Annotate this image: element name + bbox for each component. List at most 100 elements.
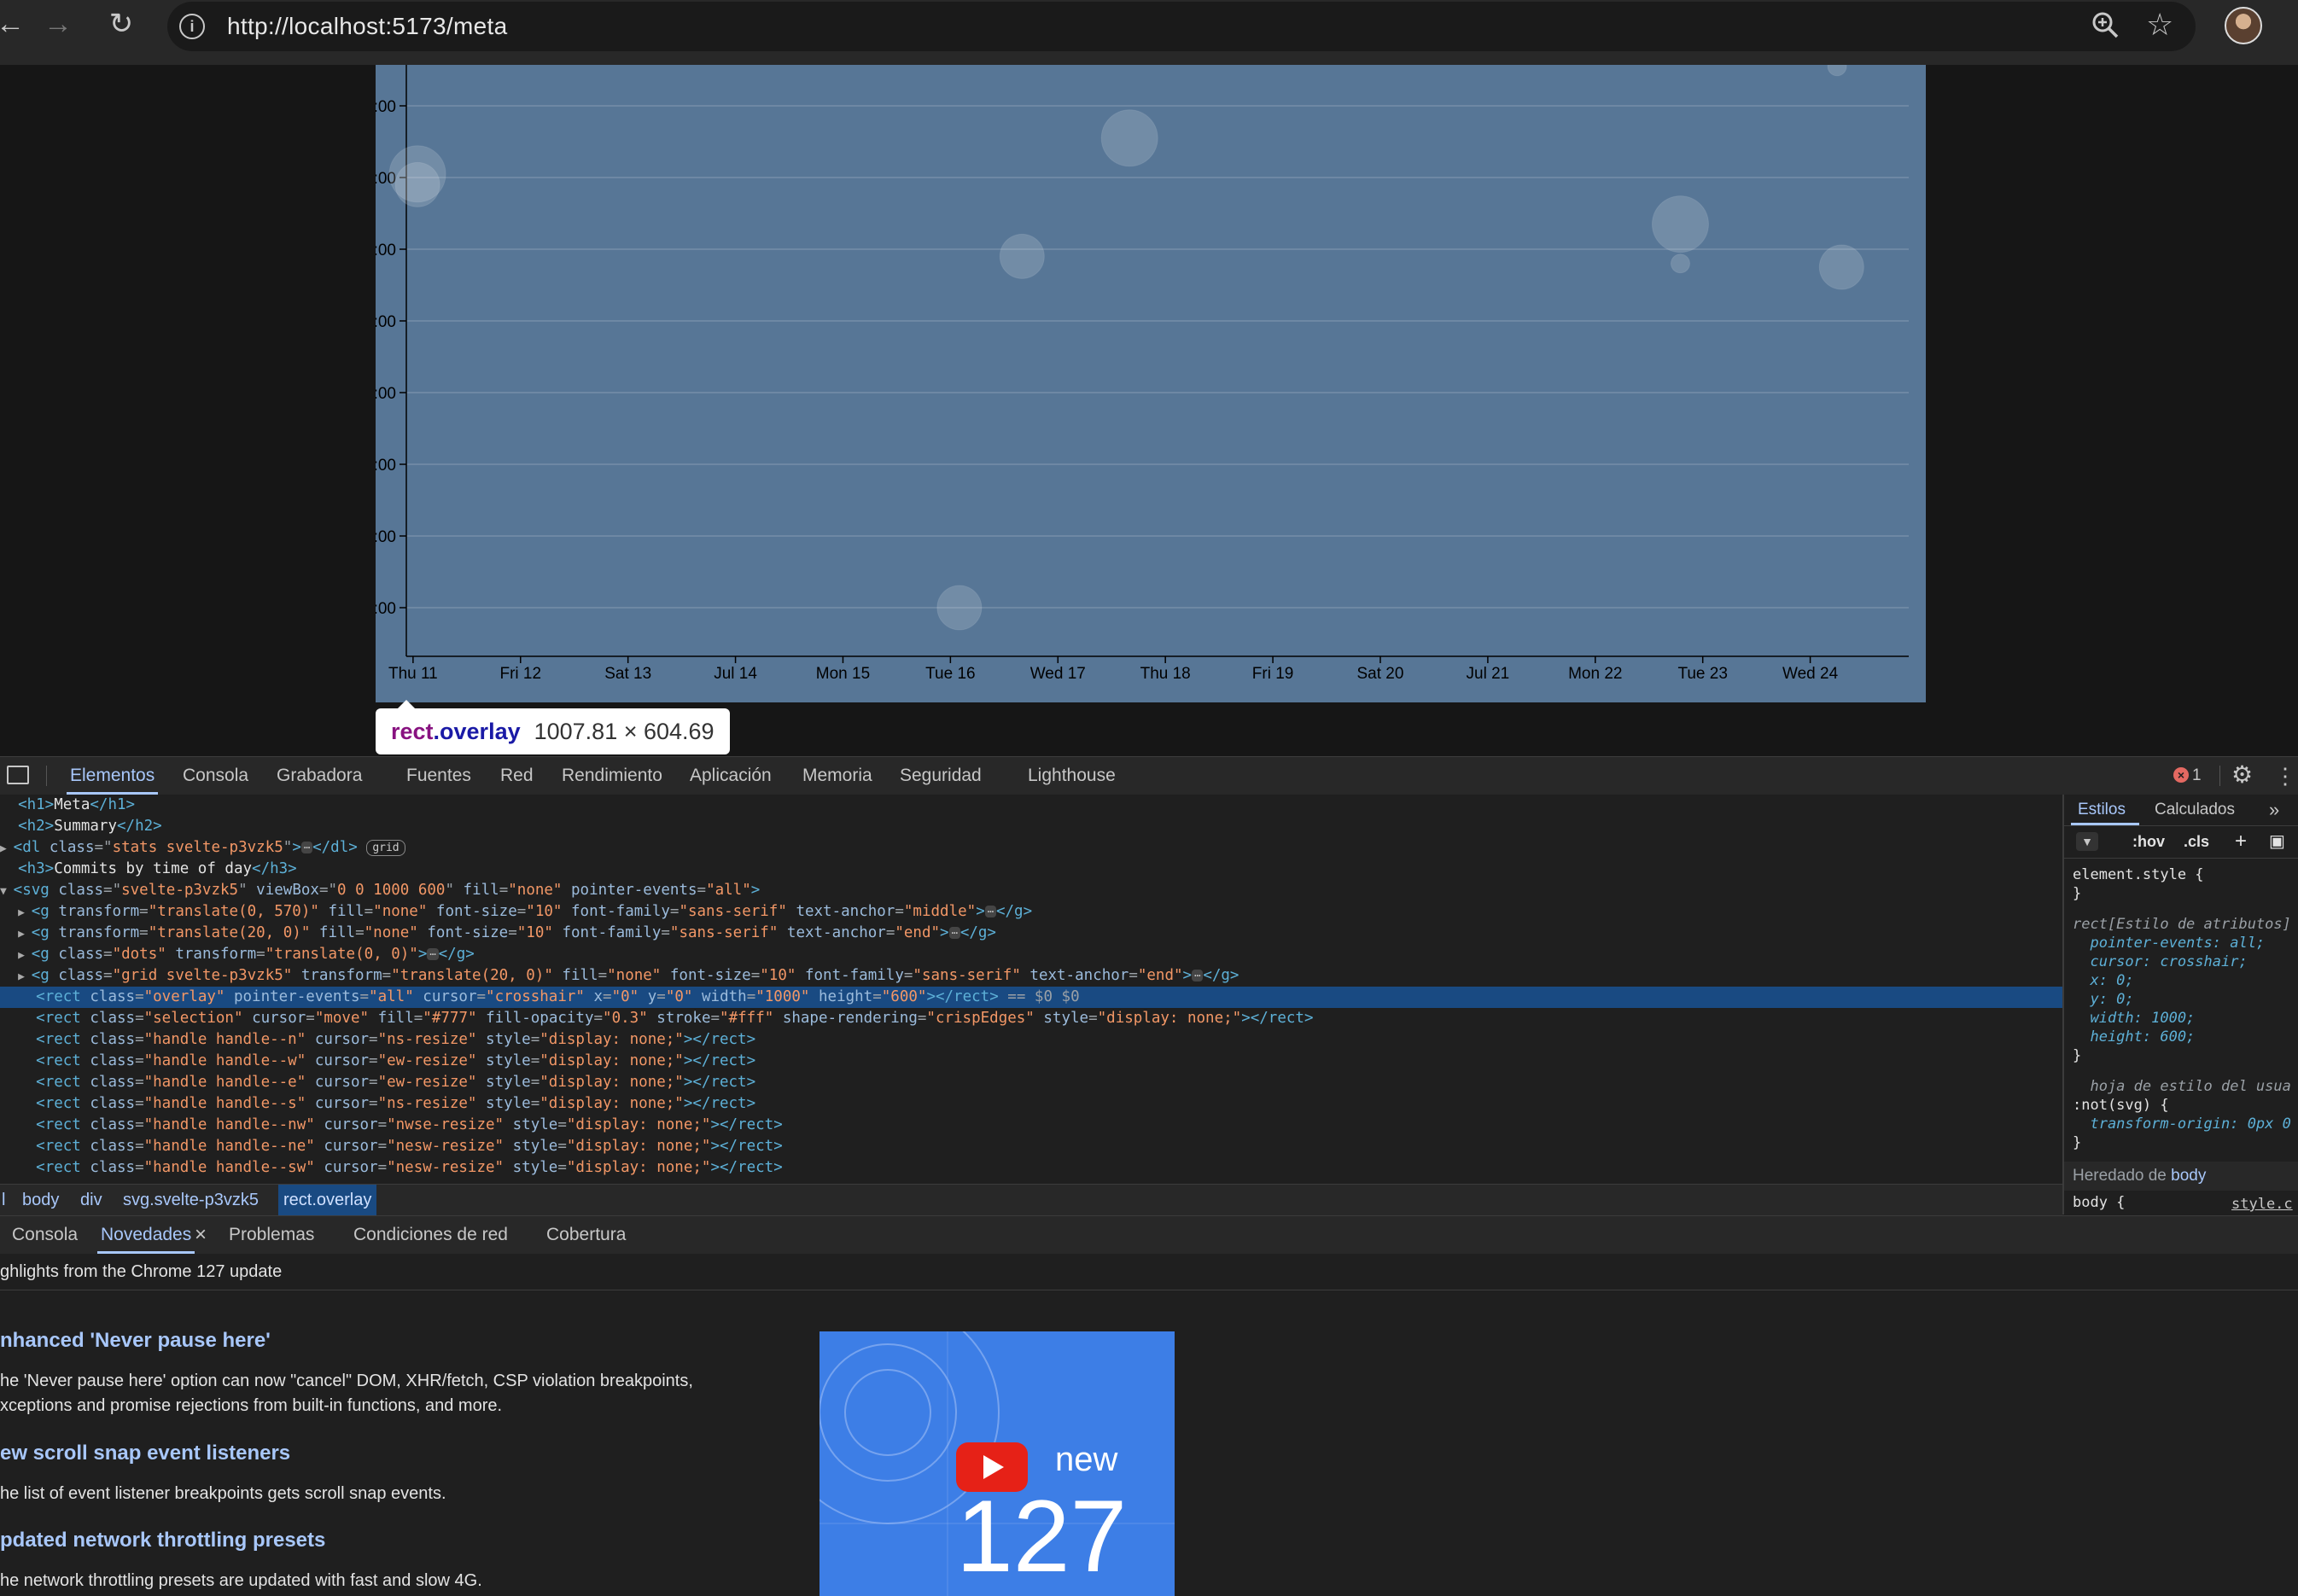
drawer-tab-novedades[interactable]: Novedades [96, 1216, 195, 1254]
tooltip-dimensions: 1007.81 × 604.69 [534, 719, 714, 744]
tab-red[interactable]: Red [500, 757, 534, 795]
tab-elementos[interactable]: Elementos [66, 757, 159, 795]
dom-node-handle-w[interactable]: <rect class="handle handle--w" cursor="e… [0, 1051, 2062, 1072]
x-tick-label: Mon 15 [816, 665, 870, 683]
y-tick-label: 17:00 [376, 313, 396, 331]
computed-toggle-icon[interactable]: ▣ [2269, 825, 2285, 858]
dom-node-handle-nw[interactable]: <rect class="handle handle--nw" cursor="… [0, 1115, 2062, 1136]
profile-avatar[interactable] [2225, 7, 2262, 44]
site-info-icon[interactable]: i [179, 14, 205, 39]
commit-dot [1818, 244, 1864, 290]
dom-node-handle-ne[interactable]: <rect class="handle handle--ne" cursor="… [0, 1136, 2062, 1157]
section-title[interactable]: nhanced 'Never pause here' [0, 1329, 271, 1353]
tab-lighthouse[interactable]: Lighthouse [1028, 757, 1116, 795]
x-tick-label: Thu 11 [388, 665, 438, 683]
more-options-icon[interactable]: ⋮ [2274, 757, 2296, 795]
breadcrumb-item-rect[interactable]: rect.overlay [278, 1185, 377, 1215]
x-tick-label: Thu 18 [1140, 665, 1191, 683]
dom-node-g-dots[interactable]: ▶ <g class="dots" transform="translate(0… [0, 944, 2062, 965]
inherited-header: Heredado de body [2064, 1162, 2298, 1191]
dom-node-h1[interactable]: <h1>Meta</h1> [0, 795, 2062, 816]
style-line: } [2073, 1047, 2082, 1064]
style-source-link[interactable]: style.c [2231, 1196, 2293, 1213]
dom-node-handle-e[interactable]: <rect class="handle handle--e" cursor="e… [0, 1072, 2062, 1093]
dom-node-h3[interactable]: <h3>Commits by time of day</h3> [0, 859, 2062, 880]
tab-aplicacion[interactable]: Aplicación [690, 757, 772, 795]
dom-attr-dl-class: stats svelte-p3vzk5 [112, 839, 283, 856]
drawer-tab-cobertura[interactable]: Cobertura [546, 1216, 626, 1254]
commit-dot [999, 233, 1045, 279]
dom-node-rect-selection[interactable]: <rect class="selection" cursor="move" fi… [0, 1008, 2062, 1029]
cls-toggle[interactable]: .cls [2184, 825, 2209, 858]
inherited-from-link[interactable]: body [2171, 1167, 2206, 1185]
style-prop[interactable]: height: 600; [2073, 1028, 2195, 1046]
dom-node-g-xaxis[interactable]: ▶ <g transform="translate(0, 570)" fill=… [0, 901, 2062, 923]
style-rule-source: hoja de estilo del usua [2073, 1078, 2291, 1095]
drawer-tab-consola[interactable]: Consola [12, 1216, 78, 1254]
more-tabs-icon[interactable]: » [2269, 795, 2279, 825]
style-prop[interactable]: width: 1000; [2073, 1010, 2195, 1027]
address-bar[interactable]: i http://localhost:5173/meta ☆ [167, 2, 2196, 51]
back-icon[interactable]: ← [0, 0, 34, 48]
tab-consola[interactable]: Consola [183, 757, 248, 795]
x-tick-label: Wed 24 [1782, 665, 1839, 683]
dom-node-rect-overlay[interactable]: <rect class="overlay" pointer-events="al… [0, 987, 2062, 1008]
dom-node-svg[interactable]: ▼ <svg class="svelte-p3vzk5" viewBox="0 … [0, 880, 2062, 901]
dom-node-h2[interactable]: <h2>Summary</h2> [0, 816, 2062, 837]
x-tick-label: Wed 17 [1030, 665, 1086, 683]
breadcrumb-item-div[interactable]: div [75, 1185, 108, 1215]
settings-gear-icon[interactable]: ⚙ [2231, 756, 2253, 794]
drawer-tab-condiciones[interactable]: Condiciones de red [353, 1216, 508, 1254]
error-icon[interactable]: × [2173, 767, 2189, 783]
tab-grabadora[interactable]: Grabadora [277, 757, 362, 795]
style-prop[interactable]: x: 0; [2073, 972, 2133, 989]
reload-icon[interactable]: ↻ [97, 0, 145, 48]
breadcrumb-item-body[interactable]: body [17, 1185, 64, 1215]
y-tick-label: 21:00 [376, 600, 396, 618]
tab-calculados[interactable]: Calculados [2155, 795, 2235, 825]
style-prop[interactable]: y: 0; [2073, 991, 2133, 1008]
browser-toolbar: ← → ↻ i http://localhost:5173/meta ☆ [0, 0, 2298, 65]
new-style-rule-icon[interactable]: + [2235, 825, 2247, 858]
dom-node-dl[interactable]: ▶ <dl class="stats svelte-p3vzk5"> ⋯ </dl>… [0, 837, 2062, 859]
style-prop[interactable]: transform-origin: 0px 0 [2073, 1115, 2290, 1133]
tab-rendimiento[interactable]: Rendimiento [562, 757, 662, 795]
tab-fuentes[interactable]: Fuentes [406, 757, 471, 795]
error-count[interactable]: 1 [2192, 757, 2202, 795]
section-title[interactable]: pdated network throttling presets [0, 1529, 325, 1552]
section-text: he network throttling presets are update… [0, 1571, 482, 1590]
breadcrumb-item[interactable]: l [0, 1185, 10, 1215]
chrome-update-video-thumbnail[interactable]: new 127 [819, 1331, 1175, 1596]
dom-node-handle-n[interactable]: <rect class="handle handle--n" cursor="n… [0, 1029, 2062, 1051]
dom-node-g-grid[interactable]: ▶ <g class="grid svelte-p3vzk5" transfor… [0, 965, 2062, 987]
breadcrumb-item-svg[interactable]: svg.svelte-p3vzk5 [118, 1185, 264, 1215]
styles-toolbar: ▼ :hov .cls + ▣ [2064, 825, 2298, 859]
section-title[interactable]: ew scroll snap event listeners [0, 1442, 290, 1465]
tab-estilos[interactable]: Estilos [2078, 795, 2126, 825]
tab-seguridad[interactable]: Seguridad [900, 757, 982, 795]
tab-memoria[interactable]: Memoria [802, 757, 872, 795]
dom-node-g-yaxis[interactable]: ▶ <g transform="translate(20, 0)" fill="… [0, 923, 2062, 944]
commit-dot [1651, 195, 1709, 253]
style-line: } [2073, 885, 2082, 902]
zoom-icon[interactable] [2090, 9, 2120, 44]
whats-new-header: ghlights from the Chrome 127 update [0, 1262, 283, 1281]
dom-text-h1: Meta [54, 796, 90, 813]
url-text[interactable]: http://localhost:5173/meta [227, 2, 507, 51]
commits-scatter-chart[interactable]: 14:0015:0016:0017:0018:0019:0020:0021:00… [376, 65, 1926, 702]
drawer-tab-problemas[interactable]: Problemas [229, 1216, 314, 1254]
dom-node-handle-sw[interactable]: <rect class="handle handle--sw" cursor="… [0, 1157, 2062, 1179]
y-tick-label: 16:00 [376, 242, 396, 259]
chart-svg: 14:0015:0016:0017:0018:0019:0020:0021:00… [376, 65, 1909, 683]
device-toolbar-icon[interactable] [7, 766, 29, 784]
hov-toggle[interactable]: :hov [2132, 825, 2165, 858]
commit-dot [394, 161, 440, 207]
close-icon[interactable]: × [195, 1216, 207, 1254]
filter-icon[interactable]: ▼ [2076, 832, 2098, 851]
forward-icon[interactable]: → [34, 0, 82, 48]
bookmark-star-icon[interactable]: ☆ [2146, 7, 2173, 43]
dom-node-handle-s[interactable]: <rect class="handle handle--s" cursor="n… [0, 1093, 2062, 1115]
style-prop[interactable]: pointer-events: all; [2073, 935, 2265, 952]
elements-dom-tree[interactable]: <h1>Meta</h1> <h2>Summary</h2> ▶ <dl cla… [0, 795, 2062, 1184]
style-prop[interactable]: cursor: crosshair; [2073, 953, 2247, 970]
